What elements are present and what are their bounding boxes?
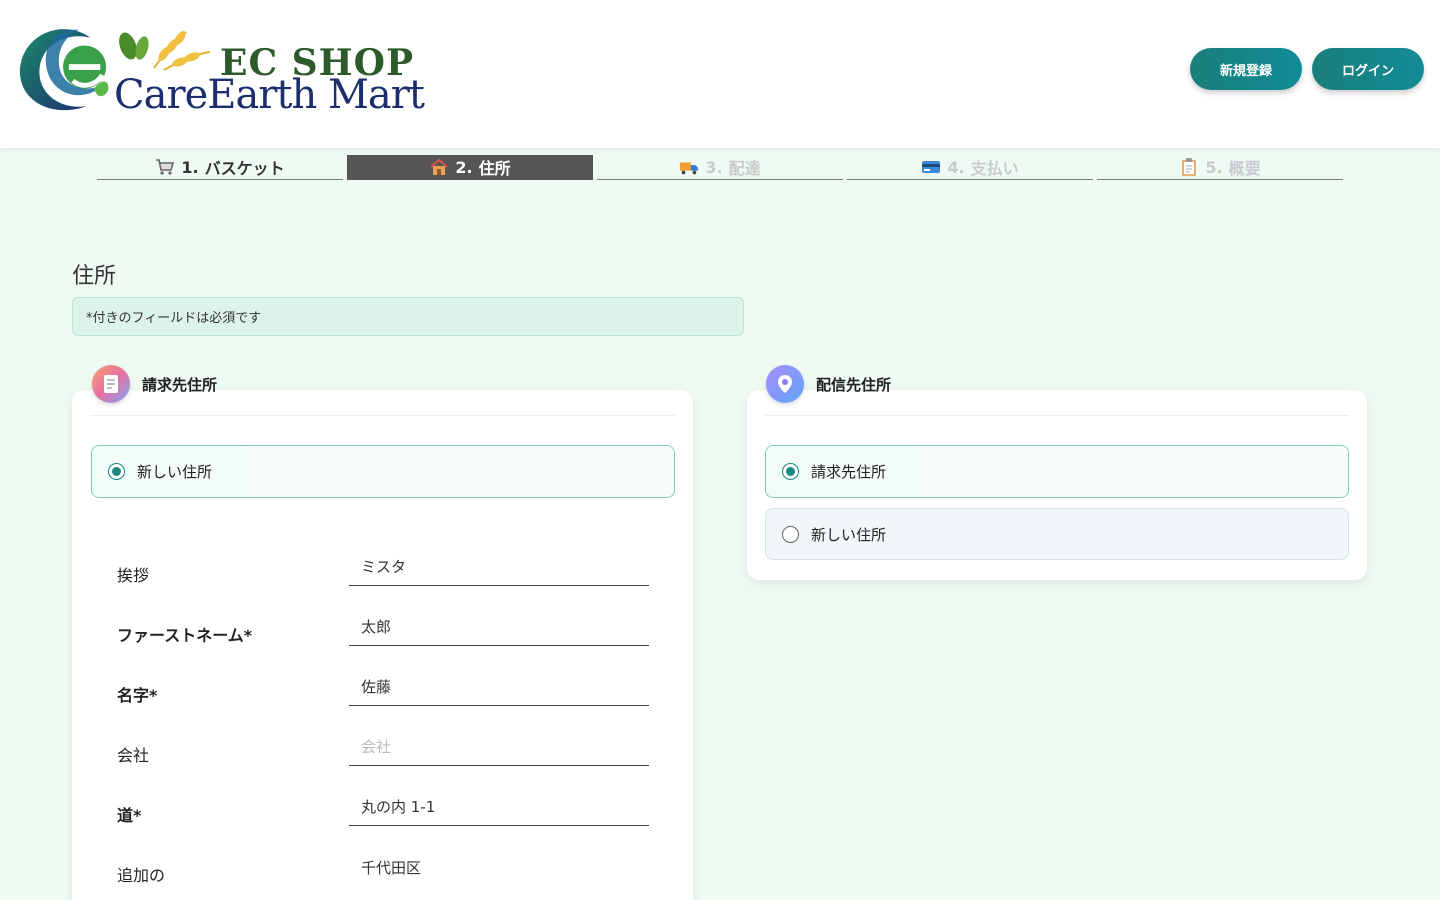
cart-icon: [155, 158, 175, 176]
shipping-option-billing-address[interactable]: 請求先住所: [765, 445, 1349, 498]
field-label: 会社: [117, 746, 150, 765]
billing-card-header: 請求先住所: [92, 365, 217, 403]
option-label: 新しい住所: [137, 463, 213, 481]
logo-text-brand: CareEarth Mart: [114, 72, 425, 118]
billing-card-title: 請求先住所: [142, 375, 218, 394]
company-input[interactable]: [349, 728, 649, 766]
step-summary: 5. 概要: [1097, 155, 1343, 180]
step-address[interactable]: 2. 住所: [347, 155, 593, 180]
option-label: 請求先住所: [811, 463, 887, 481]
radio-selected-icon[interactable]: [108, 463, 125, 480]
step-number: 1.: [181, 157, 199, 177]
shipping-option-new-address[interactable]: 新しい住所: [765, 508, 1349, 560]
option-label: 新しい住所: [811, 525, 887, 544]
step-number: 4.: [947, 157, 965, 177]
shipping-card-title: 配信先住所: [816, 375, 892, 394]
field-additional: 追加の: [117, 848, 649, 900]
field-label: 追加の: [117, 866, 166, 885]
credit-card-icon: [921, 158, 941, 176]
field-label: 道*: [117, 806, 142, 825]
step-label: 住所: [478, 159, 511, 178]
step-label: 配達: [728, 159, 761, 178]
field-label: 名字*: [117, 686, 158, 705]
first-name-input[interactable]: [349, 608, 649, 646]
street-input[interactable]: [349, 788, 649, 826]
step-label: 概要: [1228, 159, 1261, 178]
step-label: 支払い: [970, 159, 1019, 178]
clipboard-icon: [1179, 158, 1199, 176]
card-divider: [765, 415, 1349, 416]
step-number: 2.: [455, 157, 473, 177]
step-number: 3.: [705, 157, 723, 177]
step-delivery: 3. 配達: [597, 155, 843, 180]
shipping-card-header: 配信先住所: [766, 365, 891, 403]
earth-logo-icon: [19, 29, 109, 111]
last-name-input[interactable]: [349, 668, 649, 706]
wheat-leaf-icon: [119, 31, 211, 71]
required-fields-notice: *付きのフィールドは必須です: [72, 297, 744, 336]
truck-icon: [679, 158, 699, 176]
card-divider: [90, 415, 675, 416]
house-icon: [429, 158, 449, 176]
radio-selected-icon[interactable]: [782, 463, 799, 480]
additional-input[interactable]: [349, 848, 649, 886]
document-icon: [92, 365, 130, 403]
location-pin-icon: [766, 365, 804, 403]
billing-option-new-address[interactable]: 新しい住所: [91, 445, 675, 498]
step-payment: 4. 支払い: [847, 155, 1093, 180]
page-title: 住所: [72, 264, 117, 289]
checkout-steps: 1. バスケット 2. 住所 3. 配達 4. 支払い 5. 概要: [97, 155, 1347, 181]
radio-unselected-icon[interactable]: [782, 525, 799, 543]
site-header: EC SHOP CareEarth Mart 新規登録 ログイン: [0, 0, 1440, 148]
step-number: 5.: [1205, 157, 1223, 177]
login-button[interactable]: ログイン: [1312, 48, 1424, 90]
register-button[interactable]: 新規登録: [1190, 48, 1302, 90]
step-basket[interactable]: 1. バスケット: [97, 155, 343, 180]
step-label: バスケット: [204, 159, 285, 178]
site-logo[interactable]: EC SHOP CareEarth Mart: [14, 20, 434, 120]
field-label: 挨拶: [117, 566, 150, 585]
salutation-input[interactable]: [349, 548, 649, 586]
field-label: ファーストネーム*: [117, 626, 253, 645]
